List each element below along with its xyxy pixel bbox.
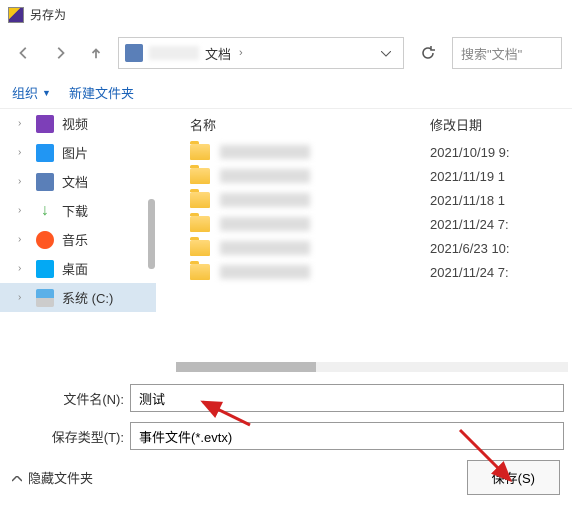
chevron-right-icon[interactable]: › (18, 176, 28, 187)
folder-icon (190, 264, 210, 280)
sidebar-label: 音乐 (62, 230, 88, 249)
sidebar-item-drive-c[interactable]: › 系统 (C:) (0, 283, 156, 312)
main-area: › 视频 › 图片 › 文档 › ↓ 下载 › 音乐 › 桌面 (0, 109, 572, 374)
up-button[interactable] (82, 39, 110, 67)
sidebar-scrollbar[interactable] (148, 199, 155, 269)
filename-label: 文件名(N): (38, 389, 124, 408)
col-name[interactable]: 名称 (190, 115, 430, 134)
chevron-right-icon[interactable]: › (239, 47, 243, 59)
col-date[interactable]: 修改日期 (430, 115, 482, 134)
sidebar-label: 下载 (62, 201, 88, 220)
pictures-icon (36, 144, 54, 162)
sidebar-label: 视频 (62, 114, 88, 133)
sidebar: › 视频 › 图片 › 文档 › ↓ 下载 › 音乐 › 桌面 (0, 109, 156, 374)
organize-menu[interactable]: 组织 ▼ (12, 83, 51, 102)
file-row[interactable]: 2021/6/23 10: (156, 236, 572, 260)
sidebar-item-desktop[interactable]: › 桌面 (0, 254, 156, 283)
folder-icon (190, 192, 210, 208)
sidebar-item-downloads[interactable]: › ↓ 下载 (0, 196, 156, 225)
sidebar-item-pictures[interactable]: › 图片 (0, 138, 156, 167)
breadcrumb[interactable]: 文档 › (118, 37, 404, 69)
forward-button[interactable] (46, 39, 74, 67)
file-list-header: 名称 修改日期 (156, 109, 572, 140)
filename-input[interactable] (130, 384, 564, 412)
filetype-label: 保存类型(T): (38, 427, 124, 446)
sidebar-label: 图片 (62, 143, 88, 162)
download-icon: ↓ (36, 202, 54, 220)
window-title: 另存为 (30, 6, 66, 23)
refresh-button[interactable] (412, 37, 444, 69)
toolbar: 组织 ▼ 新建文件夹 (0, 77, 572, 109)
file-row[interactable]: 2021/11/18 1 (156, 188, 572, 212)
folder-icon (190, 216, 210, 232)
hide-folders-toggle[interactable]: 隐藏文件夹 (12, 468, 93, 487)
app-icon (8, 7, 24, 23)
folder-icon (190, 144, 210, 160)
sidebar-label: 系统 (C:) (62, 288, 113, 307)
folder-icon (190, 240, 210, 256)
caret-down-icon: ▼ (42, 88, 51, 98)
chevron-right-icon[interactable]: › (18, 118, 28, 129)
titlebar: 另存为 (0, 0, 572, 29)
sidebar-label: 桌面 (62, 259, 88, 278)
chevron-right-icon[interactable]: › (18, 292, 28, 303)
file-list: 名称 修改日期 2021/10/19 9: 2021/11/19 1 2021/… (156, 109, 572, 374)
drive-icon (36, 289, 54, 307)
sidebar-item-video[interactable]: › 视频 (0, 109, 156, 138)
navbar: 文档 › 搜索"文档" (0, 29, 572, 77)
folder-icon (190, 168, 210, 184)
filetype-select[interactable]: 事件文件(*.evtx) (130, 422, 564, 450)
breadcrumb-dropdown[interactable] (375, 44, 397, 62)
video-icon (36, 115, 54, 133)
file-row[interactable]: 2021/11/19 1 (156, 164, 572, 188)
location-icon (125, 44, 143, 62)
save-button[interactable]: 保存(S) (467, 460, 560, 495)
sidebar-label: 文档 (62, 172, 88, 191)
breadcrumb-segment (149, 46, 199, 60)
sidebar-item-music[interactable]: › 音乐 (0, 225, 156, 254)
desktop-icon (36, 260, 54, 278)
search-placeholder: 搜索"文档" (461, 44, 522, 63)
scrollbar-thumb[interactable] (176, 362, 316, 372)
chevron-right-icon[interactable]: › (18, 205, 28, 216)
chevron-right-icon[interactable]: › (18, 147, 28, 158)
new-folder-button[interactable]: 新建文件夹 (69, 83, 134, 102)
file-row[interactable]: 2021/10/19 9: (156, 140, 572, 164)
chevron-up-icon (12, 470, 22, 485)
file-row[interactable]: 2021/11/24 7: (156, 260, 572, 284)
file-row[interactable]: 2021/11/24 7: (156, 212, 572, 236)
breadcrumb-current[interactable]: 文档 (205, 44, 231, 63)
file-list-hscroll[interactable] (176, 362, 568, 372)
bottom-bar: 隐藏文件夹 保存(S) (0, 450, 572, 505)
search-input[interactable]: 搜索"文档" (452, 37, 562, 69)
back-button[interactable] (10, 39, 38, 67)
chevron-right-icon[interactable]: › (18, 263, 28, 274)
sidebar-item-documents[interactable]: › 文档 (0, 167, 156, 196)
chevron-right-icon[interactable]: › (18, 234, 28, 245)
music-icon (36, 231, 54, 249)
save-form: 文件名(N): 保存类型(T): 事件文件(*.evtx) (0, 374, 572, 450)
documents-icon (36, 173, 54, 191)
